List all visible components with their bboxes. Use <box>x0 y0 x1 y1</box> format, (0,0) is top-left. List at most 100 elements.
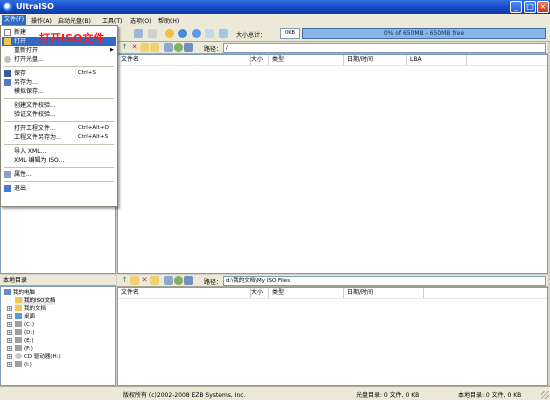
local-dir-tree[interactable]: 我的电脑 我的ISO文档 + 我的文档 + 桌面 + (C:) + (D:) +… <box>0 286 116 386</box>
drive-icon <box>15 337 22 343</box>
local-file-list[interactable]: 文件名 大小 类型 日期/时间 <box>117 287 548 386</box>
expand-icon[interactable]: + <box>7 306 12 311</box>
close-button[interactable]: × <box>537 1 549 13</box>
menu-item-label: 退出 <box>14 185 27 192</box>
expand-icon[interactable]: + <box>7 338 12 343</box>
drive-icon <box>15 361 22 367</box>
menu-item-properties[interactable]: 属性... <box>2 170 116 179</box>
up-arrow-icon[interactable]: ↑ <box>120 43 129 52</box>
col-size[interactable]: 大小 <box>251 288 269 298</box>
iso-path-field[interactable]: / <box>223 43 546 53</box>
refresh-icon[interactable] <box>174 43 183 52</box>
delete-icon[interactable]: ✕ <box>140 276 149 285</box>
cd-dir-status: 光盘目录: 0 文件, 0 KB <box>356 392 420 399</box>
extract-icon[interactable] <box>164 43 173 52</box>
menu-item-simulate-save[interactable]: 模拟保存... <box>2 87 116 96</box>
menu-bootable[interactable]: 启动光盘(B) <box>58 16 91 25</box>
menu-separator <box>4 181 114 182</box>
minimize-button[interactable]: _ <box>510 1 522 13</box>
col-filename[interactable]: 文件名 <box>118 288 251 298</box>
compress-icon[interactable] <box>165 29 174 38</box>
help-icon[interactable] <box>192 29 201 38</box>
menu-item-label: XML 编辑为 ISO... <box>14 157 65 164</box>
menu-item-open-cd[interactable]: 打开光盘... <box>2 55 116 64</box>
expand-icon[interactable]: + <box>7 362 12 367</box>
tree-node-label: 我的文档 <box>24 306 47 312</box>
menu-item-verify-checksum[interactable]: 验证文件校验... <box>2 110 116 119</box>
menu-item-reopen[interactable]: 重新打开 ▶ <box>2 46 116 55</box>
expand-icon[interactable]: + <box>7 346 12 351</box>
tree-node-cd-drive-h[interactable]: + CD 驱动器(H:) <box>7 353 61 361</box>
col-filename[interactable]: 文件名 <box>118 55 251 65</box>
up-arrow-icon[interactable]: ↑ <box>120 276 129 285</box>
col-type[interactable]: 类型 <box>269 288 344 298</box>
menu-item-save-as[interactable]: 另存为... <box>2 78 116 87</box>
menu-separator <box>4 121 114 122</box>
col-lba[interactable]: LBA <box>407 55 467 65</box>
settings-icon[interactable] <box>205 29 214 38</box>
capacity-bar[interactable]: 0% of 650MB - 650MB free <box>302 28 546 39</box>
tree-node-drive-f[interactable]: + (F:) <box>7 345 33 353</box>
menu-item-create-checksum[interactable]: 创建文件校验... <box>2 101 116 110</box>
properties-icon <box>4 171 11 178</box>
add-to-iso-icon[interactable] <box>130 276 139 285</box>
menu-item-label: 模拟保存... <box>14 88 44 95</box>
extract-icon[interactable] <box>164 276 173 285</box>
menu-item-open-project[interactable]: 打开工程文件... Ctrl+Alt+O <box>2 124 116 133</box>
tree-node-drive-d[interactable]: + (D:) <box>7 329 34 337</box>
iso-list-header: 文件名 大小 类型 日期/时间 LBA <box>118 55 547 66</box>
col-datetime[interactable]: 日期/时间 <box>344 55 407 65</box>
menu-file[interactable]: 文件(F) <box>2 15 27 25</box>
open-iso-annotation: 打开ISO文件 <box>39 32 105 45</box>
col-type[interactable]: 类型 <box>269 55 344 65</box>
menu-item-save-project-as[interactable]: 工程文件另存为... Ctrl+Alt+S <box>2 133 116 142</box>
menu-item-label: 验证文件校验... <box>14 111 56 118</box>
resize-grip-icon[interactable] <box>541 391 549 399</box>
tree-node-my-iso-docs[interactable]: 我的ISO文档 <box>15 297 56 305</box>
expand-icon[interactable]: + <box>7 354 12 359</box>
tree-node-my-computer[interactable]: 我的电脑 <box>4 289 35 297</box>
menu-options[interactable]: 选项(O) <box>130 16 151 25</box>
view-icon[interactable] <box>184 276 193 285</box>
expand-icon[interactable]: + <box>7 322 12 327</box>
tree-node-desktop[interactable]: + 桌面 <box>7 313 36 321</box>
menu-item-xml-to-iso[interactable]: XML 编辑为 ISO... <box>2 156 116 165</box>
col-datetime[interactable]: 日期/时间 <box>344 288 424 298</box>
menu-item-label: 创建文件校验... <box>14 102 56 109</box>
expand-icon[interactable]: + <box>7 330 12 335</box>
tree-node-drive-e[interactable]: + (E:) <box>7 337 34 345</box>
tree-node-drive-c[interactable]: + (C:) <box>7 321 34 329</box>
tree-node-my-docs[interactable]: + 我的文档 <box>7 305 47 313</box>
refresh-icon[interactable] <box>174 276 183 285</box>
burn-cd-icon[interactable] <box>134 29 143 38</box>
open-folder-icon <box>4 38 11 45</box>
tree-node-label: 桌面 <box>24 314 36 320</box>
info-icon[interactable] <box>178 29 187 38</box>
add-files-icon[interactable] <box>150 43 159 52</box>
new-folder-icon[interactable] <box>150 276 159 285</box>
menu-item-label: 打开光盘... <box>14 56 44 63</box>
iso-file-list[interactable]: 文件名 大小 类型 日期/时间 LBA <box>117 54 548 274</box>
mount-icon[interactable] <box>148 29 157 38</box>
local-path-field[interactable]: d:\我的文档\My ISO Files <box>223 276 546 286</box>
window-title: UltraISO <box>16 2 54 11</box>
menu-help[interactable]: 帮助(H) <box>158 16 179 25</box>
local-content-panel: ↑ ✕ 路径： d:\我的文档\My ISO Files 文件名 大小 类型 日… <box>117 275 548 386</box>
expand-icon[interactable]: + <box>7 314 12 319</box>
menu-tools[interactable]: 工具(T) <box>102 16 122 25</box>
new-folder-icon[interactable] <box>140 43 149 52</box>
delete-icon[interactable]: ✕ <box>130 43 139 52</box>
exit-toolbar-icon[interactable] <box>219 29 228 38</box>
menu-item-import-xml[interactable]: 导入 XML... <box>2 147 116 156</box>
menu-item-exit[interactable]: 退出 <box>2 184 116 193</box>
iso-content-panel: ↑ ✕ 路径： / 文件名 大小 类型 日期/时间 LBA <box>117 42 548 274</box>
menu-actions[interactable]: 操作(A) <box>31 16 52 25</box>
tree-node-label: 我的电脑 <box>13 290 36 296</box>
col-size[interactable]: 大小 <box>251 55 269 65</box>
menu-separator <box>4 66 114 67</box>
menu-item-label: 另存为... <box>14 79 38 86</box>
menu-item-save[interactable]: 保存 Ctrl+S <box>2 69 116 78</box>
view-icon[interactable] <box>184 43 193 52</box>
maximize-button[interactable]: □ <box>524 1 536 13</box>
tree-node-drive-i[interactable]: + (I:) <box>7 361 32 369</box>
